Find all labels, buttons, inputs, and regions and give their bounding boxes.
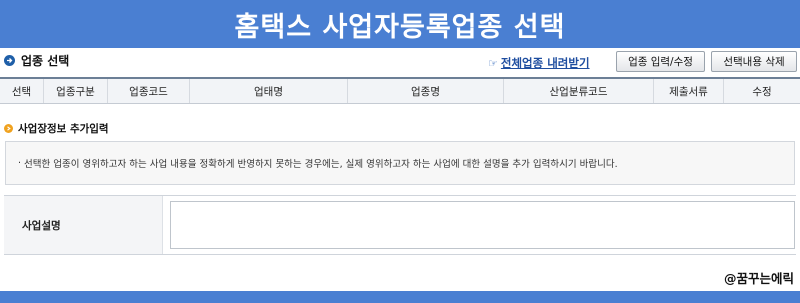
col-type-name: 업종명 xyxy=(348,79,504,103)
banner-title: 홈택스 사업자등록업종 선택 xyxy=(234,11,566,43)
col-type-category: 업종구분 xyxy=(44,79,108,103)
bottom-bar xyxy=(0,291,800,303)
edit-business-type-button[interactable]: 업종 입력/수정 xyxy=(616,51,705,72)
watermark: @꿈꾸는에릭 xyxy=(723,271,794,286)
delete-selection-button[interactable]: 선택내용 삭제 xyxy=(711,51,797,72)
business-description-cell xyxy=(163,196,796,254)
col-industry-code: 산업분류코드 xyxy=(504,79,654,103)
orange-bullet-icon xyxy=(4,123,13,133)
additional-info-title: 사업장정보 추가입력 xyxy=(18,122,109,135)
notice-box: · 선택한 업종이 영위하고자 하는 사업 내용을 정확하게 반영하지 못하는 … xyxy=(5,141,795,185)
notice-text: 선택한 업종이 영위하고자 하는 사업 내용을 정확하게 반영하지 못하는 경우… xyxy=(24,159,618,170)
business-description-label: 사업설명 xyxy=(4,196,163,254)
additional-info-header: 사업장정보 추가입력 xyxy=(4,121,109,135)
table-header: 선택 업종구분 업종코드 업태명 업종명 산업분류코드 제출서류 수정 xyxy=(0,77,800,104)
col-type-code: 업종코드 xyxy=(108,79,190,103)
col-select: 선택 xyxy=(0,79,44,103)
arrow-circle-icon xyxy=(4,54,15,66)
col-documents: 제출서류 xyxy=(654,79,724,103)
business-description-input[interactable] xyxy=(170,201,795,249)
download-link-label: 전체업종 내려받기 xyxy=(500,56,590,70)
business-description-row: 사업설명 xyxy=(4,195,796,255)
pointing-hand-icon: ☞ xyxy=(488,56,498,70)
col-business-name: 업태명 xyxy=(190,79,348,103)
title-banner: 홈택스 사업자등록업종 선택 xyxy=(0,0,800,48)
section-header: 업종 선택 xyxy=(4,52,69,68)
col-edit: 수정 xyxy=(752,85,772,98)
section-title: 업종 선택 xyxy=(21,53,70,68)
download-all-link[interactable]: ☞ 전체업종 내려받기 xyxy=(488,55,590,71)
